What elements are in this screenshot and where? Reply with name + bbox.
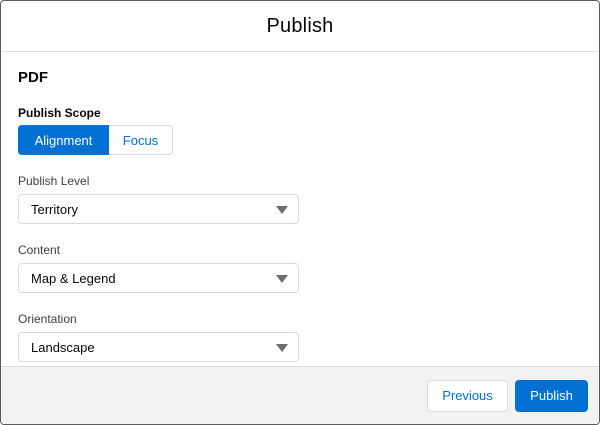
chevron-down-icon xyxy=(276,275,288,283)
section-title: PDF xyxy=(18,69,48,86)
content-select[interactable]: Map & Legend xyxy=(18,263,299,293)
orientation-value: Landscape xyxy=(31,339,95,355)
chevron-down-icon xyxy=(276,344,288,352)
publish-scope-button-group: Alignment Focus xyxy=(18,125,173,155)
publish-level-field: Publish Level Territory xyxy=(18,174,599,224)
previous-button[interactable]: Previous xyxy=(427,379,508,412)
modal-footer: Previous Publish xyxy=(1,366,599,424)
modal-header: Publish xyxy=(1,1,599,52)
orientation-select[interactable]: Landscape xyxy=(18,332,299,362)
publish-modal: Publish PDF Publish Scope Alignment Focu… xyxy=(0,0,600,425)
orientation-label: Orientation xyxy=(18,312,77,326)
content-field: Content Map & Legend xyxy=(18,243,599,293)
modal-body: PDF Publish Scope Alignment Focus Publis… xyxy=(1,69,599,362)
scope-focus-button[interactable]: Focus xyxy=(109,125,173,155)
content-label: Content xyxy=(18,243,61,257)
publish-scope-label: Publish Scope xyxy=(18,106,101,120)
publish-level-value: Territory xyxy=(31,201,78,217)
orientation-field: Orientation Landscape xyxy=(18,312,599,362)
publish-button[interactable]: Publish xyxy=(515,379,588,412)
scope-alignment-button[interactable]: Alignment xyxy=(18,125,109,155)
publish-level-label: Publish Level xyxy=(18,174,90,188)
publish-level-select[interactable]: Territory xyxy=(18,194,299,224)
content-value: Map & Legend xyxy=(31,270,116,286)
chevron-down-icon xyxy=(276,206,288,214)
modal-title: Publish xyxy=(266,14,334,37)
